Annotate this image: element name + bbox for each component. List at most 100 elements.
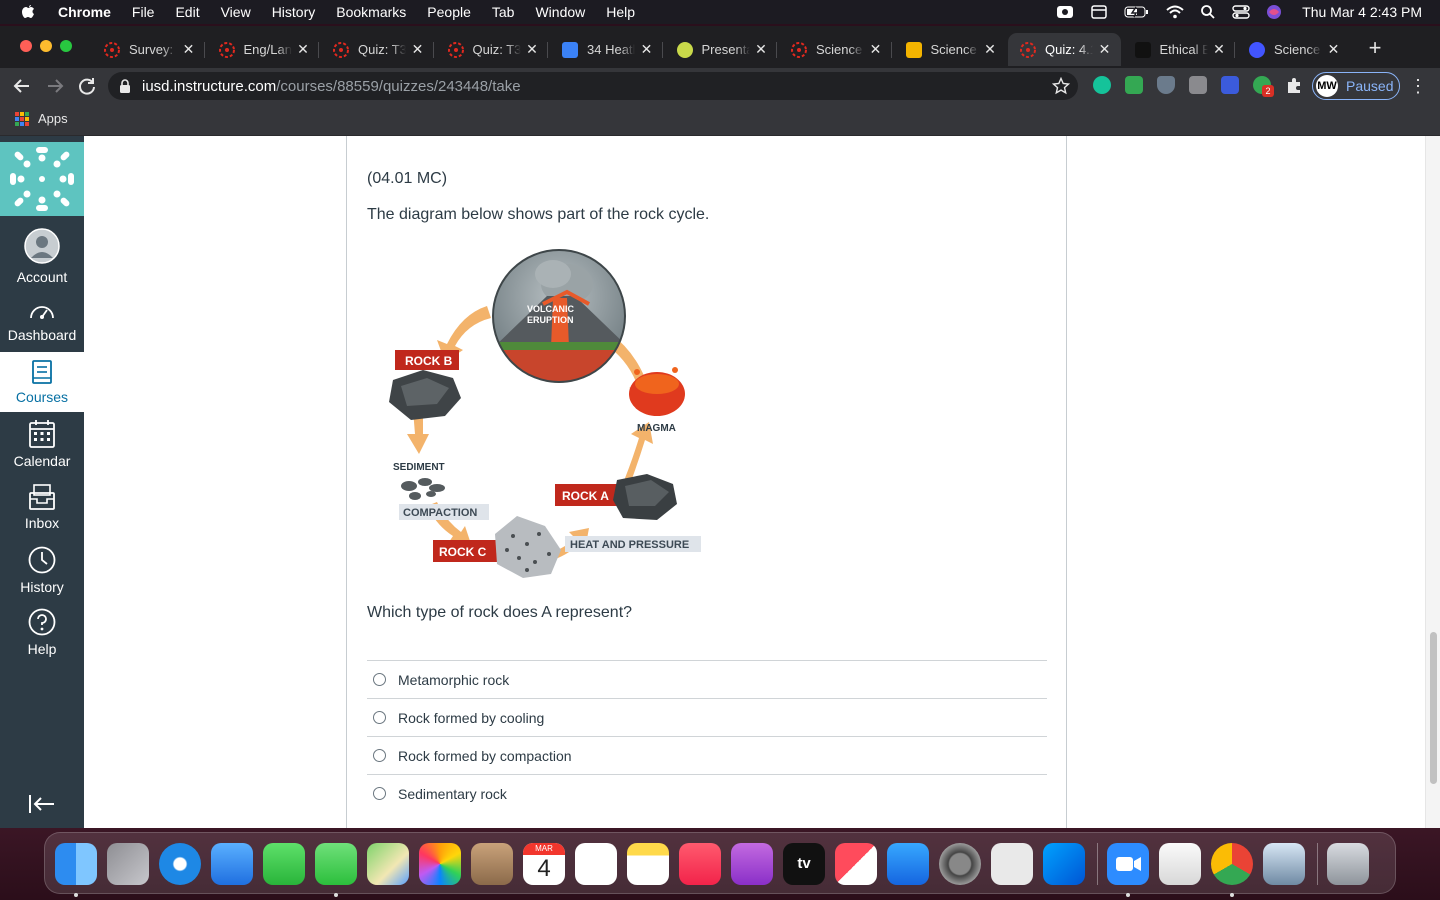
- menu-file[interactable]: File: [132, 4, 155, 20]
- lock-icon[interactable]: [119, 79, 131, 93]
- menu-bookmarks[interactable]: Bookmarks: [336, 4, 406, 20]
- answer-option[interactable]: Rock formed by compaction: [367, 736, 1047, 774]
- nav-help[interactable]: Help: [0, 608, 84, 657]
- extension-green-icon[interactable]: [1125, 76, 1143, 94]
- collapse-nav-icon[interactable]: [28, 792, 56, 816]
- wifi-icon[interactable]: [1166, 5, 1184, 19]
- preview-icon[interactable]: [1263, 843, 1305, 885]
- safari-icon[interactable]: [159, 843, 201, 885]
- tab-close-icon[interactable]: ✕: [295, 41, 311, 57]
- browser-tab[interactable]: Presenta ✕: [665, 33, 777, 66]
- reload-icon[interactable]: [76, 75, 98, 97]
- browser-tab[interactable]: Science ✕: [779, 33, 892, 66]
- forward-arrow-icon[interactable]: [44, 75, 66, 97]
- nav-courses[interactable]: Courses: [0, 352, 84, 412]
- screen-record-icon[interactable]: [1056, 4, 1074, 20]
- music-icon[interactable]: [679, 843, 721, 885]
- tab-close-icon[interactable]: ✕: [753, 41, 769, 57]
- answer-radio[interactable]: [373, 711, 386, 724]
- menu-clock[interactable]: Thu Mar 4 2:43 PM: [1302, 4, 1422, 20]
- apple-icon[interactable]: [20, 4, 36, 20]
- nav-history[interactable]: History: [0, 546, 84, 595]
- extensions-puzzle-icon[interactable]: [1285, 76, 1303, 94]
- browser-tab[interactable]: Science ✕: [1237, 33, 1350, 66]
- new-tab-button[interactable]: +: [1364, 37, 1386, 60]
- screen-capture-extension-icon[interactable]: [1221, 76, 1239, 94]
- profile-button[interactable]: MW Paused: [1312, 72, 1400, 100]
- browser-tab[interactable]: 34 Heath ✕: [550, 33, 663, 66]
- tab-close-icon[interactable]: ✕: [410, 41, 426, 57]
- canvas-logo[interactable]: [0, 142, 84, 216]
- calendar-icon[interactable]: MAR 4: [523, 843, 565, 885]
- facetime-icon[interactable]: [263, 843, 305, 885]
- zoom-icon[interactable]: [1107, 843, 1149, 885]
- shield-extension-icon[interactable]: [1157, 76, 1175, 94]
- podcasts-icon[interactable]: [731, 843, 773, 885]
- tv-icon[interactable]: tv: [783, 843, 825, 885]
- browser-tab[interactable]: Ethical B ✕: [1123, 33, 1235, 66]
- calendar-menu-icon[interactable]: [1090, 4, 1108, 20]
- menu-window[interactable]: Window: [535, 4, 585, 20]
- nav-dashboard[interactable]: Dashboard: [0, 302, 84, 343]
- menu-help[interactable]: Help: [606, 4, 635, 20]
- tab-close-icon[interactable]: ✕: [982, 41, 998, 57]
- tab-close-icon[interactable]: ✕: [1326, 41, 1342, 57]
- menu-view[interactable]: View: [221, 4, 251, 20]
- extension-gray-icon[interactable]: [1189, 76, 1207, 94]
- nav-inbox[interactable]: Inbox: [0, 484, 84, 531]
- menu-edit[interactable]: Edit: [175, 4, 199, 20]
- browser-tab-active[interactable]: Quiz: 4.1 ✕: [1008, 33, 1121, 66]
- chrome-menu-icon[interactable]: ⋮: [1408, 76, 1428, 96]
- browser-tab[interactable]: Quiz: T3 ✕: [436, 33, 548, 66]
- notes-icon[interactable]: [627, 843, 669, 885]
- answer-radio[interactable]: [373, 673, 386, 686]
- extension-badge-icon[interactable]: 2: [1253, 76, 1274, 97]
- maps-icon[interactable]: [367, 843, 409, 885]
- browser-tab[interactable]: Science ✕: [894, 33, 1007, 66]
- browser-tab[interactable]: Survey: T ✕: [92, 33, 205, 66]
- tab-close-icon[interactable]: ✕: [868, 41, 884, 57]
- tab-close-icon[interactable]: ✕: [181, 41, 197, 57]
- minimize-window-button[interactable]: [40, 40, 52, 52]
- photos-icon[interactable]: [419, 843, 461, 885]
- maximize-window-button[interactable]: [60, 40, 72, 52]
- back-arrow-icon[interactable]: [11, 75, 33, 97]
- tab-close-icon[interactable]: ✕: [639, 41, 655, 57]
- answer-option[interactable]: Rock formed by cooling: [367, 698, 1047, 736]
- contacts-icon[interactable]: [471, 843, 513, 885]
- answer-option[interactable]: Metamorphic rock: [367, 660, 1047, 698]
- menu-app-name[interactable]: Chrome: [58, 4, 111, 20]
- app-store-icon[interactable]: [887, 843, 929, 885]
- messages-icon[interactable]: [315, 843, 357, 885]
- tab-close-icon[interactable]: ✕: [1211, 41, 1227, 57]
- page-scrollbar[interactable]: [1425, 136, 1440, 828]
- nav-calendar[interactable]: Calendar: [0, 420, 84, 469]
- menu-people[interactable]: People: [427, 4, 471, 20]
- textedit-icon[interactable]: [1159, 843, 1201, 885]
- nav-account[interactable]: Account: [0, 228, 84, 285]
- close-window-button[interactable]: [20, 40, 32, 52]
- tab-close-icon[interactable]: ✕: [524, 41, 540, 57]
- roblox-studio-icon[interactable]: [1043, 843, 1085, 885]
- browser-tab[interactable]: Quiz: T3 ✕: [321, 33, 434, 66]
- spotlight-search-icon[interactable]: [1200, 4, 1216, 20]
- tab-close-icon[interactable]: ✕: [1097, 41, 1113, 57]
- mail-icon[interactable]: [211, 843, 253, 885]
- news-icon[interactable]: [835, 843, 877, 885]
- browser-tab[interactable]: Eng/Lang✕: [207, 33, 319, 66]
- answer-option[interactable]: Sedimentary rock: [367, 774, 1047, 812]
- answer-radio[interactable]: [373, 787, 386, 800]
- scrollbar-thumb[interactable]: [1430, 632, 1437, 784]
- chrome-icon[interactable]: [1211, 843, 1253, 885]
- bookmark-star-icon[interactable]: [1052, 77, 1070, 95]
- apps-shortcut[interactable]: Apps: [15, 111, 68, 126]
- address-bar[interactable]: iusd.instructure.com/courses/88559/quizz…: [108, 72, 1078, 100]
- launchpad-icon[interactable]: [107, 843, 149, 885]
- battery-icon[interactable]: [1124, 5, 1150, 19]
- menu-history[interactable]: History: [272, 4, 316, 20]
- siri-icon[interactable]: [1266, 4, 1282, 20]
- grammarly-extension-icon[interactable]: [1093, 76, 1111, 94]
- reminders-icon[interactable]: [575, 843, 617, 885]
- trash-icon[interactable]: [1327, 843, 1369, 885]
- finder-icon[interactable]: [55, 843, 97, 885]
